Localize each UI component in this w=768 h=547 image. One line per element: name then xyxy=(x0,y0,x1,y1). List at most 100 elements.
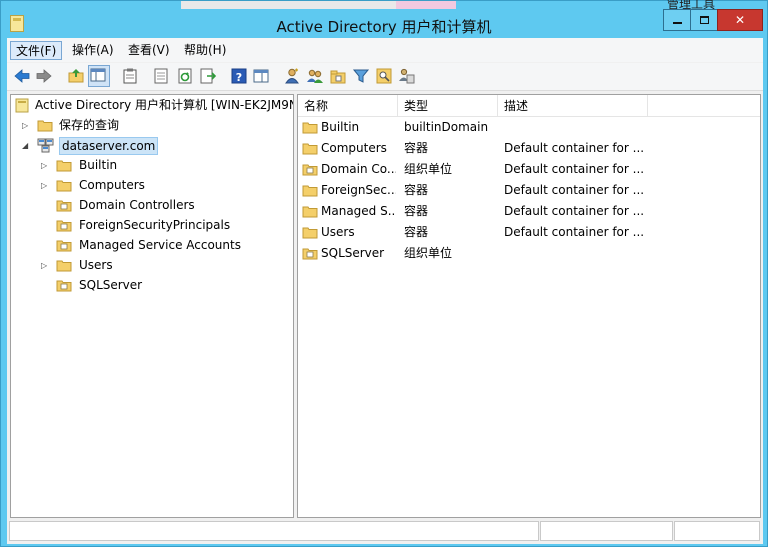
find-icon[interactable] xyxy=(375,67,393,85)
folder-icon xyxy=(302,185,318,197)
console-tree-pane[interactable]: Active Directory 用户和计算机 [WIN-EK2JM9N ▷ 保… xyxy=(10,94,294,518)
list-header: 名称 类型 描述 xyxy=(298,95,760,117)
export-list-icon[interactable] xyxy=(152,67,170,85)
back-arrow-icon[interactable] xyxy=(13,67,31,85)
cell-desc: Default container for ... xyxy=(504,204,645,218)
status-segment-main xyxy=(9,521,539,541)
window-title: Active Directory 用户和计算机 xyxy=(276,18,492,36)
cell-name: Managed S... xyxy=(321,204,396,218)
cell-desc: Default container for ... xyxy=(504,183,645,197)
export-icon[interactable] xyxy=(199,67,217,85)
list-item[interactable]: Managed S... 容器 Default container for ... xyxy=(298,201,760,222)
list-item[interactable]: Domain Co... 组织单位 Default container for ..… xyxy=(298,159,760,180)
new-group-icon[interactable] xyxy=(306,67,324,85)
list-item[interactable]: ForeignSec... 容器 Default container for ... xyxy=(298,180,760,201)
folder-icon xyxy=(302,143,318,155)
menu-item-3[interactable]: 帮助(H) xyxy=(179,41,231,60)
folder-icon xyxy=(302,206,318,218)
cell-type: 容器 xyxy=(404,204,429,218)
cell-type: 组织单位 xyxy=(404,162,453,176)
details-list-pane[interactable]: 名称 类型 描述 Builtin builtinDomain Computers 容器… xyxy=(297,94,761,518)
column-header-description[interactable]: 描述 xyxy=(498,95,648,117)
menu-item-1[interactable]: 操作(A) xyxy=(67,41,119,60)
show-hide-pane-icon[interactable] xyxy=(252,67,270,85)
folder-icon xyxy=(56,260,72,272)
menu-item-2[interactable]: 查看(V) xyxy=(123,41,175,60)
tree-item-label: SQLServer xyxy=(79,278,143,292)
ou-folder-icon xyxy=(56,280,72,292)
title-bar[interactable]: Active Directory 用户和计算机 ✕ xyxy=(1,1,767,37)
expand-arrow-icon[interactable]: ▷ xyxy=(22,121,31,130)
ou-folder-icon xyxy=(56,220,72,232)
maximize-icon xyxy=(699,16,709,24)
tree-root-label: Active Directory 用户和计算机 [WIN-EK2JM9N xyxy=(35,98,294,112)
cell-type: 组织单位 xyxy=(404,246,453,260)
forward-arrow-icon[interactable] xyxy=(35,67,53,85)
ou-folder-icon xyxy=(56,200,72,212)
list-item[interactable]: Builtin builtinDomain xyxy=(298,117,760,138)
folder-icon xyxy=(37,120,53,132)
tree-item-saved-queries[interactable]: ▷ 保存的查询 xyxy=(15,115,285,135)
new-user-icon[interactable] xyxy=(283,67,301,85)
close-icon: ✕ xyxy=(734,13,746,27)
tree-item-label: Builtin xyxy=(79,158,118,172)
tree-item-managed-service-accounts[interactable]: Managed Service Accounts xyxy=(15,235,285,255)
help-icon[interactable]: ? xyxy=(230,67,248,85)
ou-folder-icon xyxy=(302,248,318,260)
cell-type: 容器 xyxy=(404,141,429,155)
cell-desc: Default container for ... xyxy=(504,162,645,176)
folder-icon xyxy=(56,180,72,192)
tree-item-foreignsecurityprincipals[interactable]: ForeignSecurityPrincipals xyxy=(15,215,285,235)
ad-root-icon xyxy=(15,98,29,113)
collapse-arrow-icon[interactable]: ◢ xyxy=(22,141,31,150)
list-item[interactable]: Computers 容器 Default container for ... xyxy=(298,138,760,159)
console-tree-icon[interactable] xyxy=(88,65,110,87)
cell-name: ForeignSec... xyxy=(321,183,396,197)
column-header-name[interactable]: 名称 xyxy=(298,95,398,117)
tree-item-users[interactable]: ▷ Users xyxy=(15,255,285,275)
cell-desc: Default container for ... xyxy=(504,141,645,155)
cell-name: Builtin xyxy=(321,120,360,134)
client-area: 文件(F) 操作(A) 查看(V) 帮助(H) ? Active Directo… xyxy=(7,38,763,544)
tree-item-label: Users xyxy=(79,258,113,272)
cell-name: Computers xyxy=(321,141,387,155)
tree-item-label: dataserver.com xyxy=(59,137,159,155)
app-window: 管理工具 Active Directory 用户和计算机 ✕ 文件(F) 操作(A… xyxy=(0,0,768,547)
properties-icon[interactable] xyxy=(121,67,139,85)
tree-item-label: Managed Service Accounts xyxy=(79,238,241,252)
close-button[interactable]: ✕ xyxy=(717,9,763,31)
tree-item-domain-controllers[interactable]: Domain Controllers xyxy=(15,195,285,215)
expand-arrow-icon[interactable]: ▷ xyxy=(41,181,50,190)
delegate-icon[interactable] xyxy=(398,67,416,85)
refresh-icon[interactable] xyxy=(176,67,194,85)
tree-item-label: Computers xyxy=(79,178,145,192)
tree-item-domain[interactable]: ◢ dataserver.com xyxy=(15,135,285,155)
maximize-button[interactable] xyxy=(690,9,718,31)
status-segment-2 xyxy=(540,521,673,541)
cell-name: Users xyxy=(321,225,355,239)
tree-item-builtin[interactable]: ▷ Builtin xyxy=(15,155,285,175)
expand-arrow-icon[interactable]: ▷ xyxy=(41,261,50,270)
ou-folder-icon xyxy=(302,164,318,176)
expand-arrow-icon[interactable]: ▷ xyxy=(41,161,50,170)
up-folder-icon[interactable] xyxy=(67,67,85,85)
domain-icon xyxy=(37,138,54,153)
menu-item-0[interactable]: 文件(F) xyxy=(10,41,63,60)
toolbar: ? xyxy=(7,63,763,91)
menu-bar: 文件(F) 操作(A) 查看(V) 帮助(H) xyxy=(7,38,763,62)
minimize-button[interactable] xyxy=(663,9,691,31)
list-item[interactable]: SQLServer 组织单位 xyxy=(298,243,760,264)
svg-text:?: ? xyxy=(236,71,242,84)
column-header-type[interactable]: 类型 xyxy=(398,95,498,117)
new-ou-icon[interactable] xyxy=(329,67,347,85)
ou-folder-icon xyxy=(56,240,72,252)
status-bar xyxy=(7,520,763,542)
cell-type: builtinDomain xyxy=(404,120,489,134)
tree-item-computers[interactable]: ▷ Computers xyxy=(15,175,285,195)
cell-type: 容器 xyxy=(404,183,429,197)
tree-item-sqlserver[interactable]: SQLServer xyxy=(15,275,285,295)
cell-desc: Default container for ... xyxy=(504,225,645,239)
tree-item-label: 保存的查询 xyxy=(59,118,120,132)
list-item[interactable]: Users 容器 Default container for ... xyxy=(298,222,760,243)
filter-icon[interactable] xyxy=(352,67,370,85)
